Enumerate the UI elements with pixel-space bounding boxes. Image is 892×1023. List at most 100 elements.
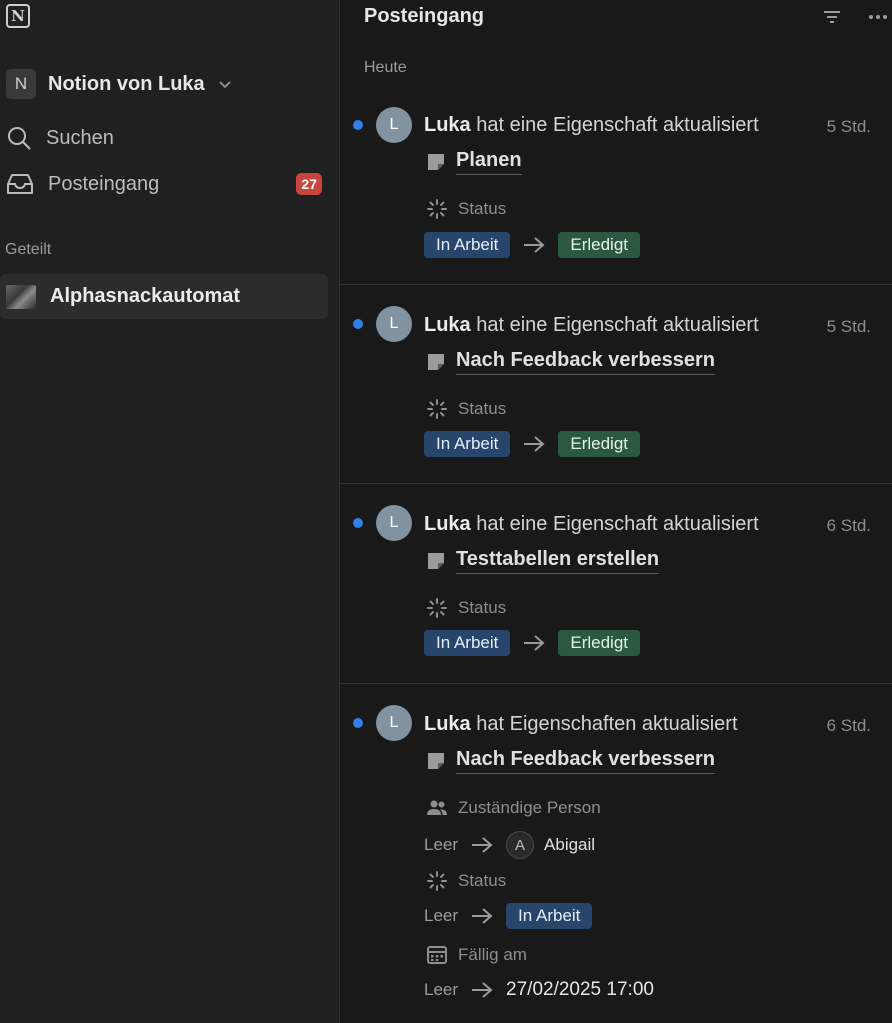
notification-headline: Luka hat Eigenschaften aktualisiert xyxy=(424,713,738,736)
due-date-value: 27/02/2025 17:00 xyxy=(506,979,654,1000)
action-text: hat eine Eigenschaft aktualisiert xyxy=(476,513,759,535)
arrow-right-icon xyxy=(524,436,545,452)
assignee: A Abigail xyxy=(506,831,595,859)
timestamp: 5 Std. xyxy=(826,117,871,136)
status-icon xyxy=(427,199,447,219)
avatar: L xyxy=(376,107,412,143)
avatar: L xyxy=(376,306,412,342)
page-title: Posteingang xyxy=(364,5,485,27)
action-text: hat Eigenschaften aktualisiert xyxy=(476,713,738,735)
page-link[interactable]: Nach Feedback verbessern xyxy=(426,349,716,375)
page-icon xyxy=(428,753,444,769)
status-tag-to: Erledigt xyxy=(558,630,641,656)
arrow-right-icon xyxy=(472,982,493,998)
property-label: Status xyxy=(426,198,506,220)
notification-card[interactable]: L Luka hat Eigenschaften aktualisiert 6 … xyxy=(341,684,892,1023)
arrow-right-icon xyxy=(524,237,545,253)
timestamp: 5 Std. xyxy=(826,317,871,336)
notification-card[interactable]: L Luka hat eine Eigenschaft aktualisiert… xyxy=(341,285,892,484)
more-options-icon[interactable] xyxy=(867,6,889,28)
page-link-label: Testtabellen erstellen xyxy=(456,548,660,574)
timestamp: 6 Std. xyxy=(826,716,871,735)
property-label-text: Fällig am xyxy=(458,945,527,964)
property-label-text: Status xyxy=(458,199,507,218)
sidebar-item-label: Posteingang xyxy=(48,172,160,195)
status-tag-from: In Arbeit xyxy=(424,630,511,656)
status-tag-to: Erledigt xyxy=(558,232,641,258)
sidebar: N N Notion von Luka Suchen Posteingang 2… xyxy=(0,0,340,1023)
status-tag-to: Erledigt xyxy=(558,431,641,457)
page-link[interactable]: Planen xyxy=(426,149,522,175)
notification-card[interactable]: L Luka hat eine Eigenschaft aktualisiert… xyxy=(341,484,892,684)
actor-name: Luka xyxy=(424,314,471,336)
property-label: Status xyxy=(426,870,506,892)
chevron-down-icon xyxy=(219,81,231,89)
workspace-name: Notion von Luka xyxy=(48,72,205,95)
property-label-text: Status xyxy=(458,598,507,617)
property-label: Zuständige Person xyxy=(426,797,601,819)
sidebar-item-search[interactable]: Suchen xyxy=(6,122,322,154)
arrow-right-icon xyxy=(472,908,493,924)
page-link[interactable]: Testtabellen erstellen xyxy=(426,548,660,574)
property-change: In Arbeit Erledigt xyxy=(424,431,641,457)
property-label-text: Status xyxy=(458,399,507,418)
arrow-right-icon xyxy=(472,837,493,853)
actor-name: Luka xyxy=(424,513,471,535)
unread-dot xyxy=(353,319,363,329)
page-link-label: Nach Feedback verbessern xyxy=(456,748,716,774)
sidebar-page-item[interactable]: Alphasnackautomat xyxy=(0,274,328,319)
unread-count-badge: 27 xyxy=(296,173,322,195)
inbox-panel: Posteingang Heute L Luka hat eine Eigens… xyxy=(341,0,892,1023)
property-label: Status xyxy=(426,597,506,619)
property-label: Fällig am xyxy=(426,944,527,966)
people-icon xyxy=(427,800,447,815)
unread-dot xyxy=(353,120,363,130)
property-label-text: Zuständige Person xyxy=(458,798,601,817)
section-label-shared: Geteilt xyxy=(5,241,52,258)
notification-card[interactable]: L Luka hat eine Eigenschaft aktualisiert… xyxy=(341,85,892,285)
workspace-switcher[interactable]: N Notion von Luka xyxy=(6,68,233,100)
avatar: L xyxy=(376,705,412,741)
actor-name: Luka xyxy=(424,114,471,136)
status-icon xyxy=(427,399,447,419)
property-label: Status xyxy=(426,398,506,420)
avatar: L xyxy=(376,505,412,541)
status-icon xyxy=(427,871,447,891)
status-tag-to: In Arbeit xyxy=(506,903,593,929)
property-change: Leer A Abigail xyxy=(424,831,595,859)
calendar-icon xyxy=(427,946,447,964)
status-icon xyxy=(427,598,447,618)
notification-headline: Luka hat eine Eigenschaft aktualisiert xyxy=(424,114,759,137)
actor-name: Luka xyxy=(424,713,471,735)
workspace-avatar: N xyxy=(6,69,36,99)
notification-headline: Luka hat eine Eigenschaft aktualisiert xyxy=(424,513,759,536)
property-change: In Arbeit Erledigt xyxy=(424,630,641,656)
notion-logo-icon[interactable]: N xyxy=(6,4,30,28)
status-tag-from: In Arbeit xyxy=(424,232,511,258)
empty-value: Leer xyxy=(424,906,459,925)
search-icon xyxy=(8,127,31,150)
empty-value: Leer xyxy=(424,835,459,854)
page-icon xyxy=(428,154,444,170)
sidebar-page-label: Alphasnackautomat xyxy=(50,285,241,307)
empty-value: Leer xyxy=(424,980,459,999)
property-change: Leer In Arbeit xyxy=(424,903,593,929)
assignee-avatar: A xyxy=(506,831,535,859)
sidebar-item-label: Suchen xyxy=(46,126,114,149)
action-text: hat eine Eigenschaft aktualisiert xyxy=(476,314,759,336)
status-tag-from: In Arbeit xyxy=(424,431,511,457)
property-change: Leer 27/02/2025 17:00 xyxy=(424,979,654,1001)
page-link[interactable]: Nach Feedback verbessern xyxy=(426,748,716,774)
page-icon xyxy=(428,553,444,569)
filter-icon[interactable] xyxy=(821,6,843,28)
property-label-text: Status xyxy=(458,871,507,890)
notification-headline: Luka hat eine Eigenschaft aktualisiert xyxy=(424,314,759,337)
arrow-right-icon xyxy=(524,635,545,651)
unread-dot xyxy=(353,718,363,728)
timestamp: 6 Std. xyxy=(826,516,871,535)
sidebar-item-inbox[interactable]: Posteingang 27 xyxy=(6,168,322,200)
group-label-today: Heute xyxy=(364,59,407,76)
page-link-label: Nach Feedback verbessern xyxy=(456,349,716,375)
assignee-name: Abigail xyxy=(544,835,596,854)
page-thumbnail xyxy=(6,284,36,309)
